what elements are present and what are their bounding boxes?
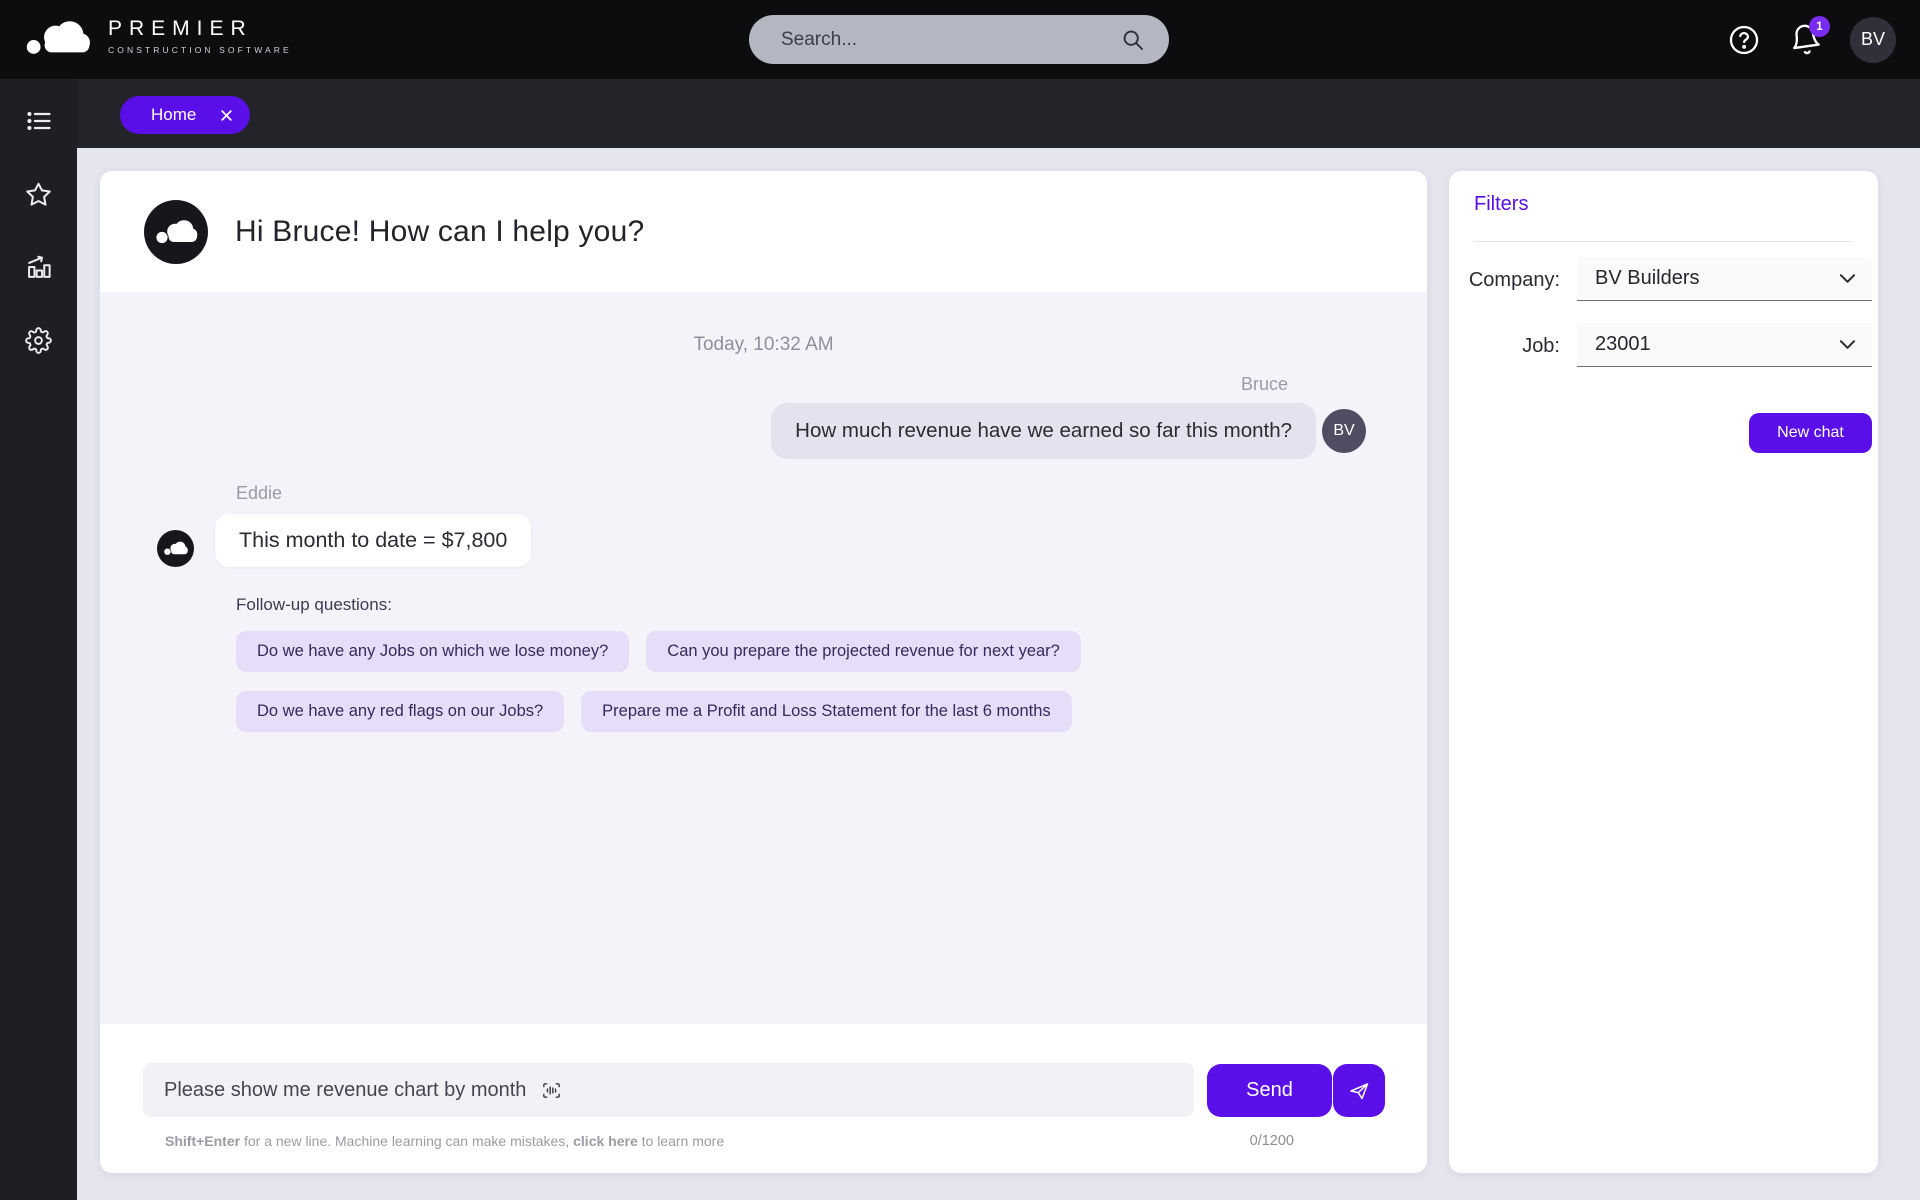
topbar-actions: 1 BV <box>1727 0 1896 79</box>
followup-chip[interactable]: Do we have any red flags on our Jobs? <box>236 691 564 732</box>
search-icon[interactable] <box>1121 28 1145 52</box>
gear-icon <box>25 327 52 354</box>
sender-label: Bruce <box>1241 374 1288 395</box>
company-value: BV Builders <box>1595 267 1700 290</box>
user-chat-avatar: BV <box>1322 409 1366 453</box>
chart-trend-icon <box>25 253 53 281</box>
hint-shortcut: Shift+Enter <box>165 1133 240 1149</box>
filters-panel: Filters Company: BV Builders Job: 23001 … <box>1449 171 1878 1173</box>
search-input[interactable] <box>781 29 1121 51</box>
chevron-down-icon <box>1839 339 1856 350</box>
conversation-area: Today, 10:32 AM Bruce How much revenue h… <box>100 292 1427 1024</box>
message-input-placeholder: Please show me revenue chart by month <box>164 1079 526 1102</box>
sidebar <box>0 79 77 1200</box>
sidebar-item-favorites[interactable] <box>19 174 59 214</box>
help-button[interactable] <box>1727 23 1761 57</box>
help-icon <box>1727 23 1761 57</box>
new-chat-button[interactable]: New chat <box>1749 413 1872 453</box>
cloud-logo-icon <box>26 14 96 58</box>
brand-tagline: CONSTRUCTION SOFTWARE <box>108 45 292 55</box>
tab-home-label: Home <box>151 105 196 125</box>
composer-hint: Shift+Enter for a new line. Machine lear… <box>165 1133 724 1149</box>
followup-chips: Do we have any Jobs on which we lose mon… <box>236 631 1126 732</box>
brand-name: PREMIER <box>108 17 292 41</box>
brand-text: PREMIER CONSTRUCTION SOFTWARE <box>108 17 292 55</box>
date-header: Today, 10:32 AM <box>100 334 1427 356</box>
send-plane-button[interactable] <box>1333 1064 1385 1117</box>
chat-panel: Hi Bruce! How can I help you? Today, 10:… <box>100 171 1427 1173</box>
assistant-message-bubble: This month to date = $7,800 <box>215 514 531 567</box>
followup-chip[interactable]: Can you prepare the projected revenue fo… <box>646 631 1081 672</box>
tab-bar: Home <box>77 79 1920 148</box>
sidebar-item-menu[interactable] <box>19 101 59 141</box>
chat-greeting: Hi Bruce! How can I help you? <box>235 215 644 249</box>
brand-logo: PREMIER CONSTRUCTION SOFTWARE <box>26 14 292 58</box>
user-avatar[interactable]: BV <box>1850 17 1896 63</box>
user-message-group: Bruce How much revenue have we earned so… <box>100 374 1427 459</box>
send-button[interactable]: Send <box>1207 1064 1332 1117</box>
tab-close-icon[interactable] <box>220 109 233 122</box>
notification-badge: 1 <box>1809 16 1830 37</box>
hint-learn-more-link[interactable]: click here <box>573 1133 638 1149</box>
chevron-down-icon <box>1839 273 1856 284</box>
star-icon <box>25 181 52 208</box>
followup-section: Follow-up questions: Do we have any Jobs… <box>236 595 1126 732</box>
user-message-bubble: How much revenue have we earned so far t… <box>771 403 1316 459</box>
paper-plane-icon <box>1347 1079 1371 1103</box>
divider <box>1474 241 1853 242</box>
assistant-avatar <box>144 200 208 264</box>
notifications-button[interactable]: 1 <box>1789 23 1822 56</box>
assistant-chat-avatar <box>157 530 194 567</box>
char-counter: 0/1200 <box>1250 1133 1294 1149</box>
followup-chip[interactable]: Prepare me a Profit and Loss Statement f… <box>581 691 1071 732</box>
company-label: Company: <box>1449 269 1560 292</box>
tab-home[interactable]: Home <box>120 96 250 134</box>
job-select[interactable]: 23001 <box>1577 323 1872 367</box>
job-value: 23001 <box>1595 333 1651 356</box>
app-window: PREMIER CONSTRUCTION SOFTWARE <box>0 0 1920 1200</box>
list-icon <box>25 107 53 135</box>
search-bar[interactable] <box>749 15 1169 64</box>
assistant-message-group: Eddie <box>100 483 1427 567</box>
voice-input-icon[interactable] <box>540 1079 563 1102</box>
sidebar-item-reports[interactable] <box>19 247 59 287</box>
sender-label: Eddie <box>236 483 282 504</box>
message-input[interactable]: Please show me revenue chart by month <box>143 1063 1194 1117</box>
chat-header: Hi Bruce! How can I help you? <box>100 171 1427 292</box>
job-label: Job: <box>1449 335 1560 358</box>
company-select[interactable]: BV Builders <box>1577 257 1872 301</box>
followup-label: Follow-up questions: <box>236 595 1126 615</box>
sidebar-item-settings[interactable] <box>19 320 59 360</box>
filters-title: Filters <box>1474 193 1528 216</box>
followup-chip[interactable]: Do we have any Jobs on which we lose mon… <box>236 631 629 672</box>
topbar: PREMIER CONSTRUCTION SOFTWARE <box>0 0 1920 79</box>
